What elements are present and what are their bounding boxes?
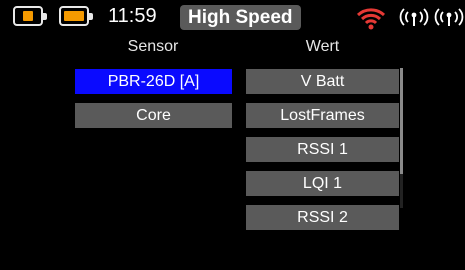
clock: 11:59 bbox=[108, 5, 157, 27]
wert-item-rssi-1[interactable]: RSSI 1 bbox=[246, 137, 399, 162]
antenna-signal-icon bbox=[434, 8, 464, 26]
status-bar: 11:59 High Speed bbox=[0, 0, 465, 34]
wert-item-rssi-2[interactable]: RSSI 2 bbox=[246, 205, 399, 230]
receiver-battery-icon bbox=[59, 6, 93, 26]
mode-badge[interactable]: High Speed bbox=[180, 5, 301, 30]
wert-scrollbar-thumb[interactable] bbox=[400, 68, 403, 174]
sensor-item-core[interactable]: Core bbox=[75, 103, 232, 128]
wifi-signal-icon bbox=[356, 8, 386, 30]
wert-item-v-batt[interactable]: V Batt bbox=[246, 69, 399, 94]
wert-item-lqi-1[interactable]: LQI 1 bbox=[246, 171, 399, 196]
transmitter-battery-icon bbox=[13, 6, 47, 26]
telemetry-screen: 11:59 High Speed Sensor Wert PBR-26D [A] bbox=[0, 0, 465, 270]
sensor-header: Sensor bbox=[127, 38, 179, 55]
antenna-signal-icon bbox=[399, 8, 429, 26]
sensor-item-pbr-26d[interactable]: PBR-26D [A] bbox=[75, 69, 232, 94]
wert-header: Wert bbox=[305, 38, 340, 55]
wert-item-lostframes[interactable]: LostFrames bbox=[246, 103, 399, 128]
